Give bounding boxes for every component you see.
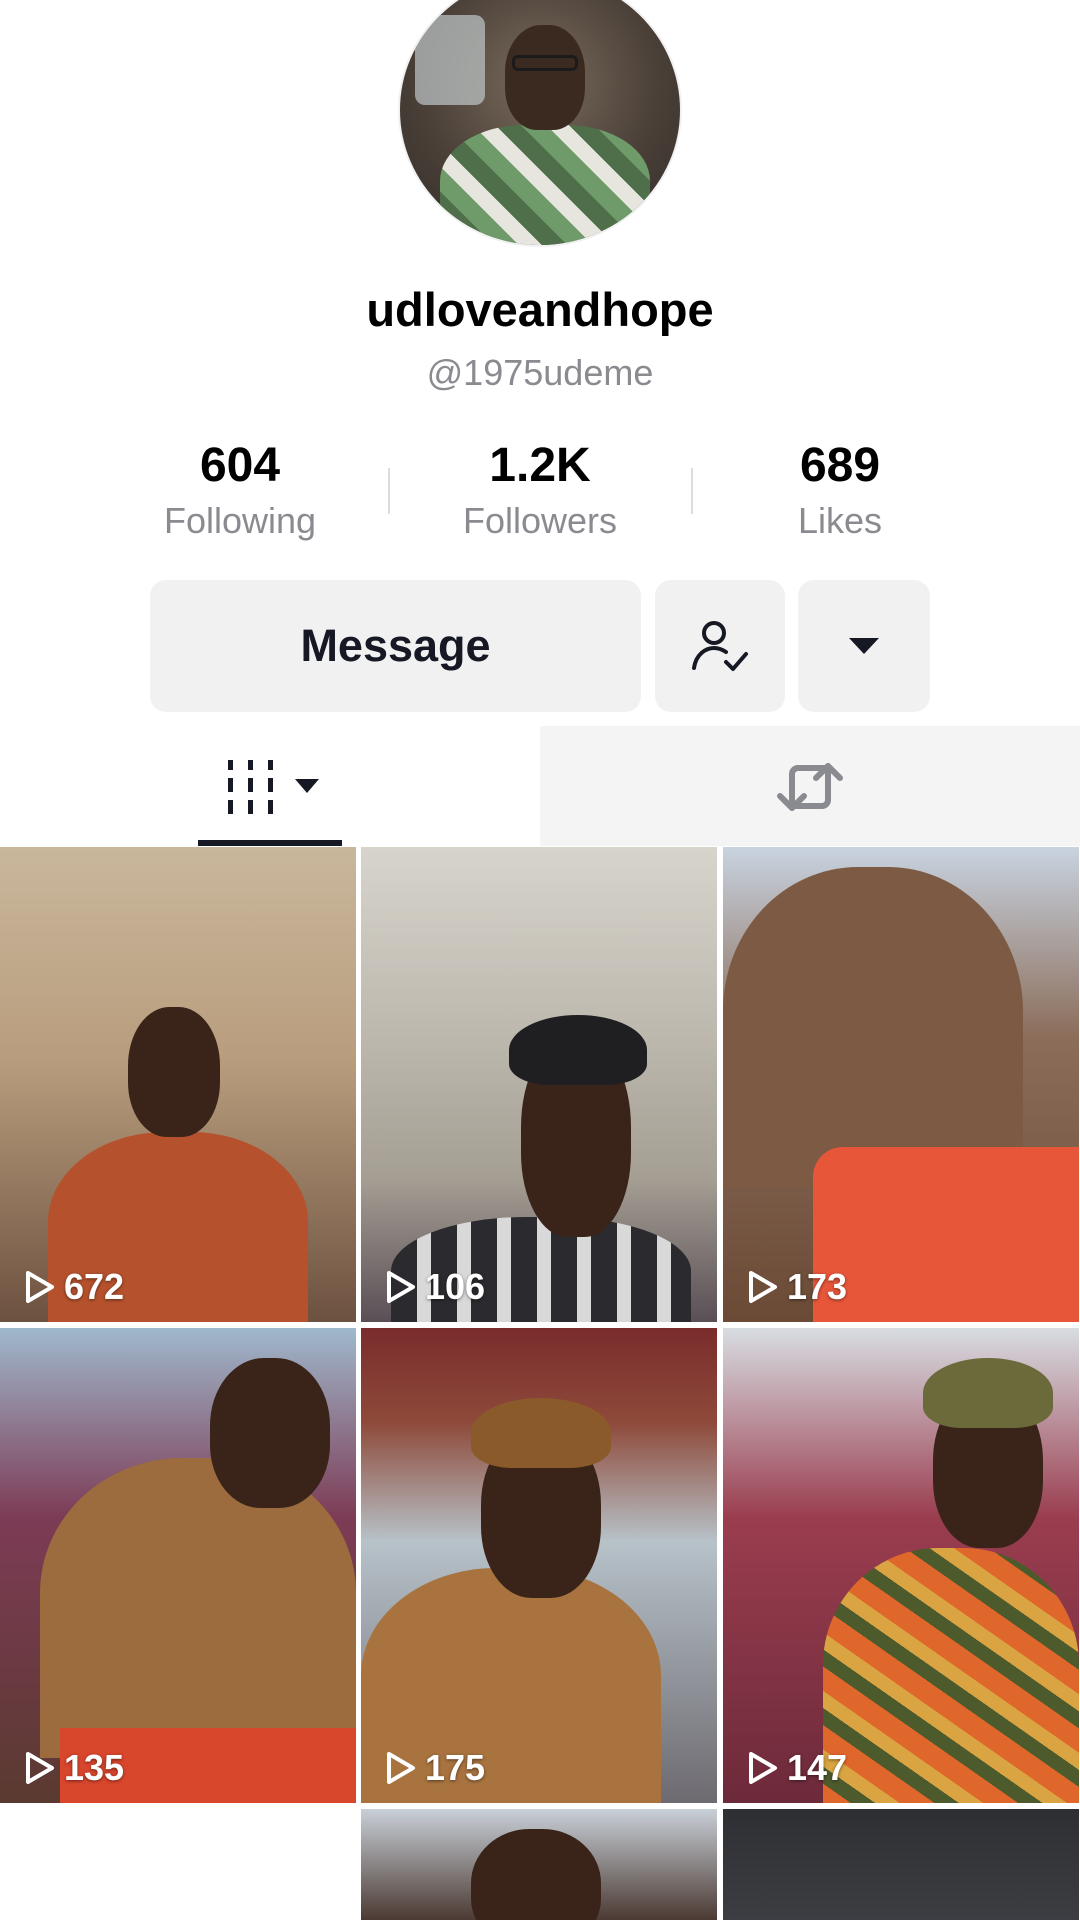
video-tile[interactable]: 135	[0, 1328, 356, 1803]
video-figure-cap	[509, 1015, 647, 1085]
view-count-value: 135	[64, 1747, 125, 1788]
avatar-background	[415, 15, 485, 105]
view-count: 175	[385, 1747, 485, 1789]
video-tile[interactable]: 173	[723, 847, 1079, 1322]
play-icon	[749, 1271, 777, 1303]
person-check-icon	[692, 621, 748, 671]
view-count-value: 147	[787, 1747, 848, 1788]
play-icon	[26, 1271, 54, 1303]
avatar-face	[505, 25, 585, 130]
stat-following-label: Following	[163, 500, 317, 541]
view-count: 147	[747, 1747, 847, 1789]
video-tile[interactable]	[361, 1809, 717, 1920]
tab-reposts[interactable]	[540, 726, 1080, 846]
view-count-value: 672	[64, 1266, 125, 1307]
message-button[interactable]: Message	[150, 580, 641, 712]
video-figure	[40, 1458, 356, 1758]
video-tile[interactable]: 175	[361, 1328, 717, 1803]
video-figure	[823, 1548, 1079, 1803]
view-count: 106	[385, 1266, 485, 1308]
more-options-button[interactable]	[798, 580, 930, 712]
video-tile[interactable]: 672	[0, 847, 356, 1322]
stat-likes-label: Likes	[797, 500, 883, 541]
grid-videos-icon	[228, 760, 273, 814]
view-count: 135	[24, 1747, 124, 1789]
view-count: 173	[747, 1266, 847, 1308]
stat-divider	[691, 468, 693, 514]
play-icon	[387, 1271, 415, 1303]
profile-tabs	[0, 726, 1080, 846]
video-thumbnail	[723, 1809, 1079, 1920]
stat-likes-value: 689	[799, 439, 881, 492]
play-icon	[26, 1752, 54, 1784]
stat-likes[interactable]: 689 Likes	[720, 438, 960, 542]
profile-handle: @1975udeme	[426, 352, 654, 393]
video-tile[interactable]	[723, 1809, 1079, 1920]
play-icon	[749, 1752, 777, 1784]
stat-following[interactable]: 604 Following	[120, 438, 360, 542]
stat-following-value: 604	[199, 439, 281, 492]
avatar-glasses	[512, 55, 578, 71]
profile-avatar[interactable]	[400, 0, 680, 245]
avatar-shirt	[440, 125, 650, 245]
video-grid: 672 106 173 135 175 147	[0, 847, 1080, 1920]
view-count-value: 106	[425, 1266, 486, 1307]
view-count-value: 175	[425, 1747, 486, 1788]
video-figure-head	[210, 1358, 330, 1508]
video-figure-cap	[471, 1398, 611, 1468]
chevron-down-icon	[295, 779, 319, 793]
stat-divider	[388, 468, 390, 514]
repost-icon	[777, 763, 843, 811]
active-tab-indicator	[198, 840, 342, 846]
caret-down-icon	[849, 638, 879, 654]
stat-followers[interactable]: 1.2K Followers	[420, 438, 660, 542]
stat-followers-value: 1.2K	[489, 439, 591, 492]
video-figure-shorts	[813, 1147, 1079, 1322]
video-figure-head	[128, 1007, 220, 1137]
video-tile[interactable]: 147	[723, 1328, 1079, 1803]
video-figure-cap	[923, 1358, 1053, 1428]
profile-username: udloveandhope	[366, 283, 714, 336]
tab-videos[interactable]	[0, 726, 540, 846]
friend-status-button[interactable]	[655, 580, 785, 712]
video-figure	[723, 867, 1023, 1187]
view-count: 672	[24, 1266, 124, 1308]
play-icon	[387, 1752, 415, 1784]
stat-followers-label: Followers	[462, 500, 618, 541]
video-tile[interactable]: 106	[361, 847, 717, 1322]
view-count-value: 173	[787, 1266, 848, 1307]
video-figure-head	[471, 1829, 601, 1920]
